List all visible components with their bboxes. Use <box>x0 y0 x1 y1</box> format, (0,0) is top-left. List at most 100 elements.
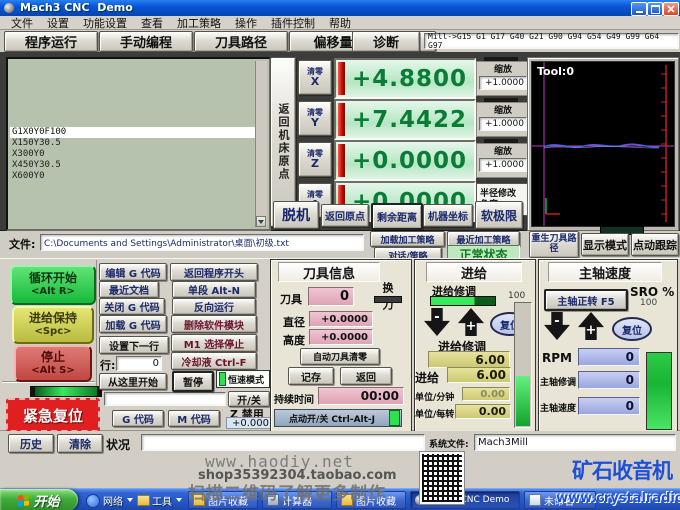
run-from-here-button[interactable]: 从这里开始 <box>99 373 167 390</box>
spindle-override-display[interactable]: 0 <box>578 371 640 389</box>
remember-button[interactable]: 记存 <box>288 367 334 385</box>
recent-files-button[interactable]: 最近文档 <box>99 281 159 298</box>
menu-file[interactable]: 文件 <box>4 15 40 31</box>
z-inhibit-value[interactable]: +0.000 <box>226 417 272 429</box>
feed-override-display[interactable]: 6.00 <box>428 351 510 368</box>
rewind-button[interactable]: 返回程序开头 <box>170 263 258 281</box>
mcode-list-button[interactable]: M 代码 <box>168 410 220 427</box>
stop-button[interactable]: 停止 <Alt S> <box>14 345 92 382</box>
maximize-button[interactable] <box>647 2 663 16</box>
close-button[interactable] <box>663 2 679 16</box>
spindle-speed-display[interactable]: 0 <box>578 397 640 415</box>
dro-x[interactable]: +4.8800 <box>334 58 476 99</box>
menu-help[interactable]: 帮助 <box>322 15 358 31</box>
elapsed-display: 00:00 <box>318 387 404 405</box>
menu-config[interactable]: 设置 <box>40 15 76 31</box>
cv-mode-indicator[interactable]: 恒速模式 <box>216 370 270 388</box>
gcode-list-button[interactable]: G 代码 <box>112 410 164 427</box>
task-pictures-2[interactable]: 图片收藏 <box>336 491 406 509</box>
gcode-scrollbar[interactable] <box>255 61 267 227</box>
scroll-down-button[interactable] <box>256 216 266 227</box>
pause-button[interactable]: 暂停 <box>172 371 214 392</box>
tab-program-run[interactable]: 程序运行 <box>4 31 98 52</box>
task-calculator[interactable]: 计算器 <box>262 491 332 509</box>
zero-z-button[interactable]: 清零 Z <box>298 142 332 177</box>
task-pictures-1[interactable]: 图片收藏 <box>188 491 258 509</box>
spindle-cw-button[interactable]: 主轴正转 F5 <box>544 289 628 311</box>
quicklaunch-network[interactable]: 网络 <box>103 493 123 508</box>
clear-status-button[interactable]: 清除 <box>57 434 103 453</box>
jog-toggle-button[interactable]: 点动开/关 Ctrl-Alt-J <box>274 409 402 427</box>
offline-button[interactable]: 脱机 <box>273 201 319 229</box>
dro-z[interactable]: +0.0000 <box>334 140 476 181</box>
tools-folder-icon[interactable] <box>137 495 150 506</box>
feed-slider-track[interactable] <box>514 302 532 428</box>
menu-wizards[interactable]: 加工策略 <box>170 15 228 31</box>
gcode-listing[interactable]: G1X0Y0F100 X150Y30.5 X300Y0 X450Y30.5 X6… <box>10 61 256 227</box>
feed-rate-value: 6.00 <box>476 368 506 382</box>
scale-x-value[interactable]: +1.0000 <box>479 76 527 90</box>
coolant-button[interactable]: 冷却液 Ctrl-F <box>171 352 257 370</box>
tab-toolpath[interactable]: 刀具路径 <box>194 31 288 52</box>
m1-optional-stop-button[interactable]: M1 选择停止 <box>171 334 257 352</box>
axis-letter-x: X <box>310 75 320 88</box>
history-button[interactable]: 历史 <box>8 434 54 453</box>
dtg-button[interactable]: 剩余距离 <box>371 203 423 230</box>
menu-plugin[interactable]: 插件控制 <box>264 15 322 31</box>
scale-x-group: 缩放 +1.0000 <box>476 61 530 96</box>
start-button[interactable]: 开始 <box>0 489 78 510</box>
cycle-start-button[interactable]: 循环开始 <Alt R> <box>10 265 96 305</box>
emergency-reset-button[interactable]: 紧急复位 <box>6 398 100 432</box>
scale-z-value[interactable]: +1.0000 <box>479 158 527 172</box>
load-wizard-button[interactable]: 加载加工策略 <box>370 231 445 247</box>
rpm-display[interactable]: 0 <box>578 348 640 366</box>
minimize-button[interactable] <box>631 2 647 16</box>
tab-diag[interactable]: 诊断 <box>352 31 420 52</box>
height-display[interactable]: +0.0000 <box>309 329 373 345</box>
regen-toolpath-button[interactable]: 重生刀具路径 <box>529 231 579 258</box>
tool-label: 刀具 <box>280 293 302 306</box>
diameter-display[interactable]: +0.0000 <box>309 311 373 327</box>
machine-coords-button[interactable]: 机器坐标 <box>423 204 473 227</box>
toolpath-view[interactable]: Tool:0 <box>531 61 675 227</box>
chevron-down-icon[interactable] <box>127 498 133 502</box>
single-block-button[interactable]: 单段 Alt-N <box>172 281 256 298</box>
watermark-brand: 矿石收音机 <box>572 459 673 483</box>
quicklaunch-tools[interactable]: 工具 <box>152 493 172 508</box>
menu-function[interactable]: 功能设置 <box>76 15 134 31</box>
dro-led-stripe <box>338 62 345 95</box>
mach3-window: Mach3 CNC Demo 文件 设置 功能设置 查看 加工策略 操作 插件控… <box>0 0 680 510</box>
block-delete-button[interactable]: 删除软件模块 <box>171 315 257 333</box>
z-inhibit-onoff-button[interactable]: 开/关 <box>228 391 270 407</box>
dro-y[interactable]: +7.4422 <box>334 99 476 140</box>
jog-follow-button[interactable]: 点动跟踪 <box>631 233 679 256</box>
zero-y-button[interactable]: 清零 Y <box>298 101 332 136</box>
return-button[interactable]: 返回 <box>340 367 392 385</box>
ie-icon[interactable] <box>86 494 100 508</box>
task-label: 计算器 <box>282 496 312 508</box>
auto-tool-zero-button[interactable]: 自动刀具清零 <box>300 348 380 365</box>
spindle-reset-button[interactable]: 复位 <box>612 317 652 341</box>
display-mode-button[interactable]: 显示模式 <box>581 233 629 256</box>
edit-gcode-button[interactable]: 编辑 G 代码 <box>99 263 167 281</box>
close-gcode-button[interactable]: 关闭 G 代码 <box>99 298 165 315</box>
set-next-line-button[interactable]: 设置下一行 <box>99 336 169 354</box>
scale-y-value[interactable]: +1.0000 <box>479 117 527 131</box>
tab-mdi[interactable]: 手动编程 <box>99 31 193 52</box>
units-per-min-value: 0.00 <box>480 388 505 400</box>
soft-limits-button[interactable]: 软极限 <box>475 201 523 229</box>
goto-home-button[interactable]: 返回原点 <box>321 204 369 227</box>
chevron-down-icon[interactable] <box>176 498 182 502</box>
file-path-field[interactable]: C:\Documents and Settings\Administrator\… <box>40 234 364 251</box>
line-number-input[interactable]: 0 <box>116 356 162 371</box>
reverse-run-button[interactable]: 反向运行 <box>172 298 256 315</box>
feed-rate-display[interactable]: 6.00 <box>447 367 511 383</box>
zero-x-button[interactable]: 清零 X <box>298 60 332 95</box>
menu-operator[interactable]: 操作 <box>228 15 264 31</box>
menu-view[interactable]: 查看 <box>134 15 170 31</box>
spindle-slider[interactable] <box>646 352 672 430</box>
menubar: 文件 设置 功能设置 查看 加工策略 操作 插件控制 帮助 <box>0 16 680 30</box>
feed-hold-button[interactable]: 进给保持 <Spc> <box>12 306 94 344</box>
load-gcode-button[interactable]: 加载 G 代码 <box>99 315 167 333</box>
tool-number-display[interactable]: 0 <box>308 287 354 306</box>
